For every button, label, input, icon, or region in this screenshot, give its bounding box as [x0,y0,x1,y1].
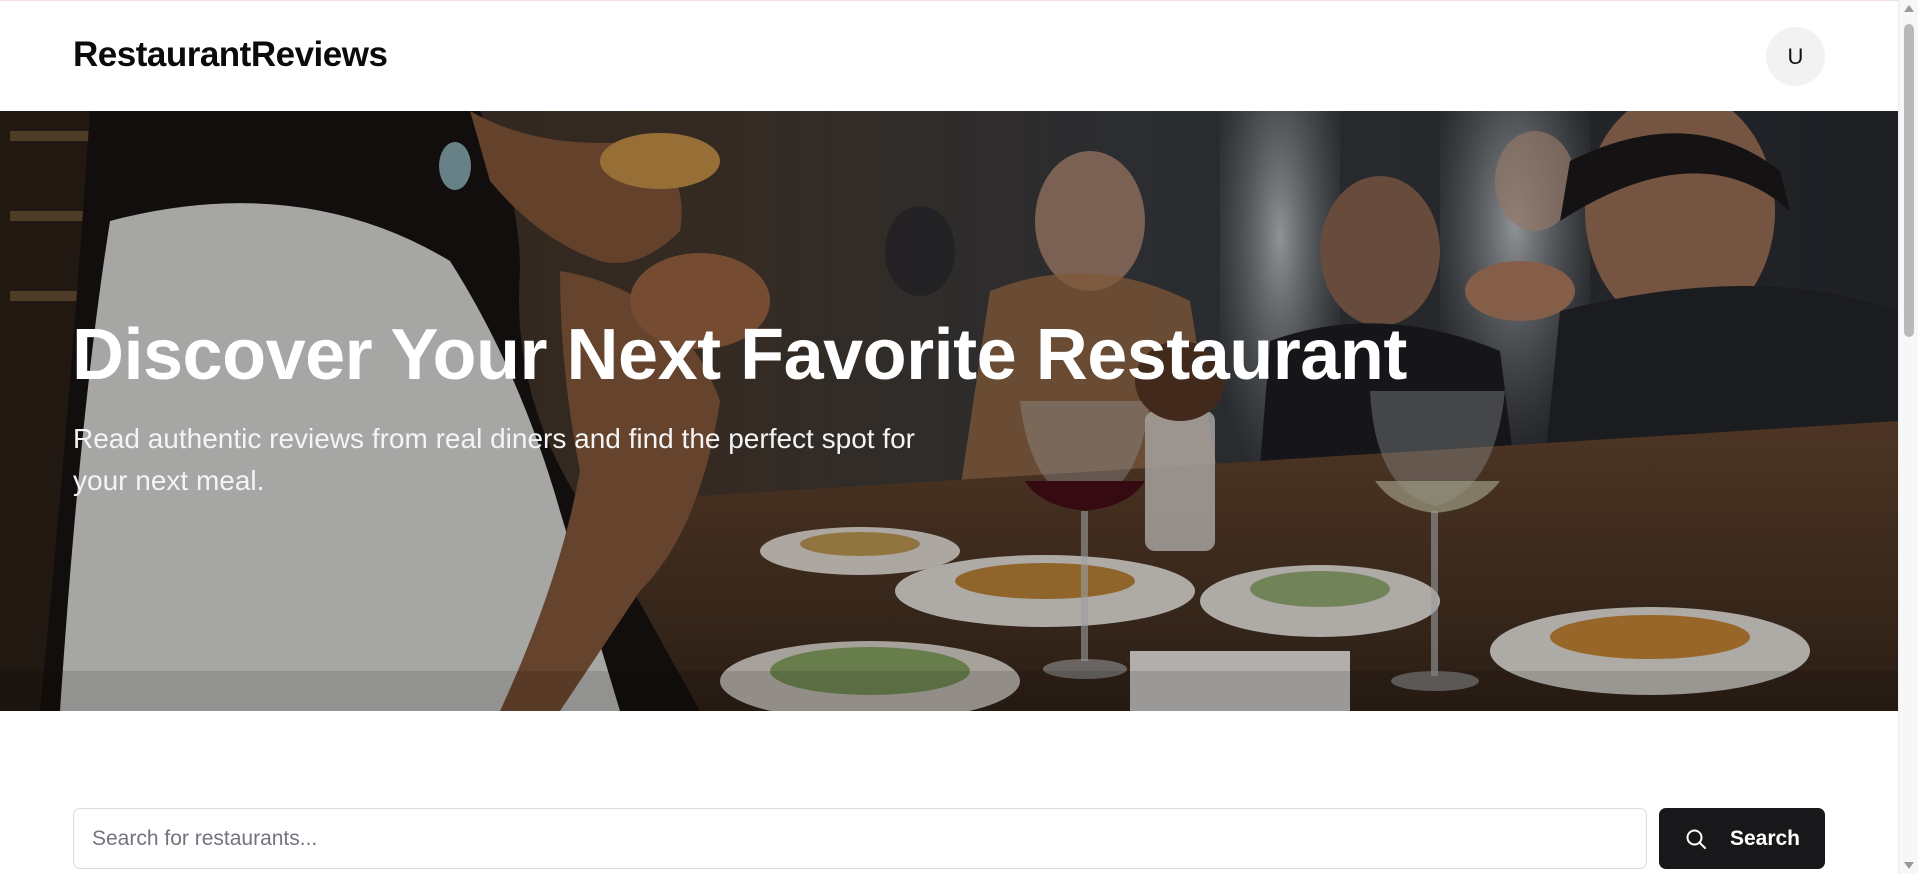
search-input[interactable] [73,808,1647,869]
site-header: RestaurantReviews U [0,1,1898,111]
scroll-thumb[interactable] [1904,24,1914,337]
scroll-down-arrow-icon[interactable] [1904,862,1914,869]
hero-title: Discover Your Next Favorite Restaurant [72,315,1407,395]
hero-banner: Discover Your Next Favorite Restaurant R… [0,111,1898,711]
user-avatar[interactable]: U [1766,27,1825,86]
search-button-label: Search [1729,826,1801,850]
page: RestaurantReviews U Discover Your Next F… [0,0,1898,874]
search-icon [1684,827,1708,851]
hero-subtitle: Read authentic reviews from real diners … [73,423,915,496]
scroll-up-arrow-icon[interactable] [1904,5,1914,12]
vertical-scrollbar[interactable] [1898,0,1918,874]
search-button[interactable]: Search [1659,808,1825,869]
hero-overlay [0,111,1898,711]
brand-logo[interactable]: RestaurantReviews [73,35,388,75]
search-bar: Search [73,808,1825,869]
avatar-initial: U [1787,43,1804,69]
